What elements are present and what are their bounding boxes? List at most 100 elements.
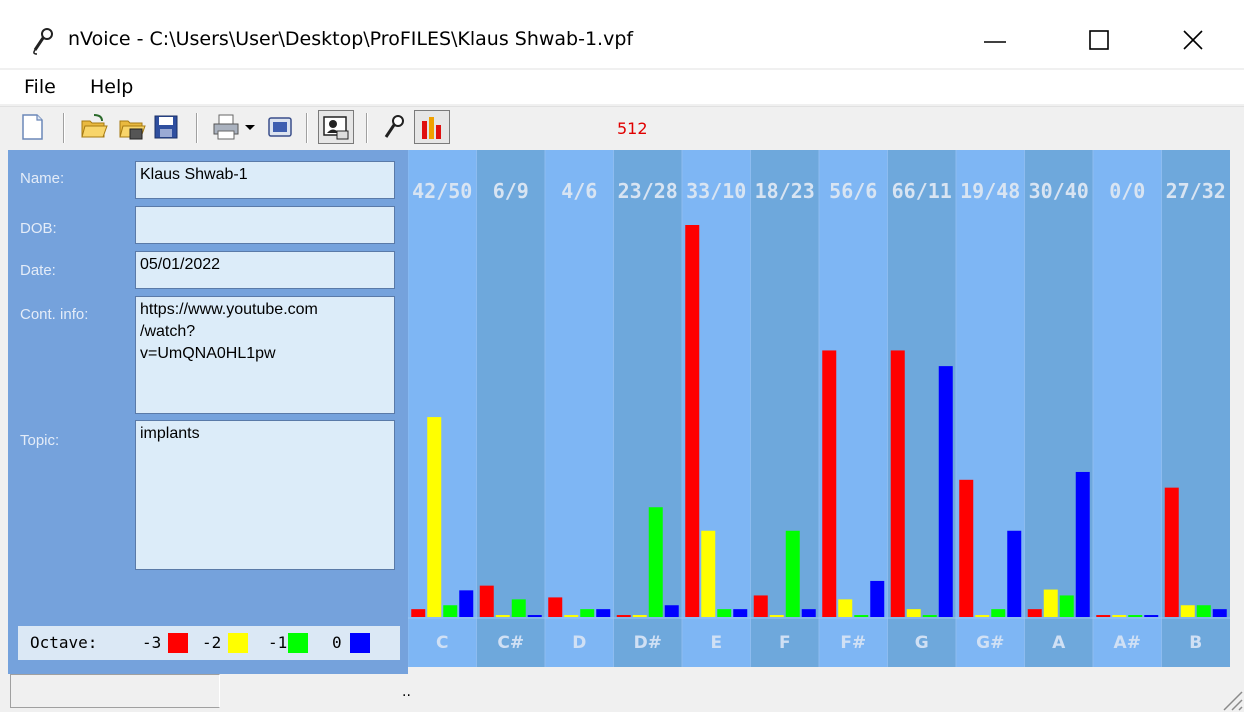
date-label: Date:	[20, 262, 56, 279]
chart-column-band	[613, 150, 682, 667]
menu-bar: File Help	[0, 70, 1244, 104]
chart-bar	[427, 417, 442, 617]
status-text: ..	[402, 684, 411, 700]
dob-field[interactable]	[135, 206, 395, 244]
chart-bar	[443, 605, 458, 617]
chart-column-band	[545, 150, 614, 667]
maximize-button[interactable]	[1064, 16, 1134, 64]
chart-bar	[511, 599, 526, 617]
toolbar-separator	[306, 113, 308, 143]
chart-bar	[548, 597, 563, 617]
octave-legend: Octave: -3 -2 -1 0	[18, 626, 400, 660]
chart-bar	[938, 366, 953, 617]
chart-bar	[991, 609, 1006, 617]
dropdown-arrow-icon[interactable]	[242, 113, 258, 141]
chart-note-label: B	[1189, 633, 1202, 653]
profile-panel: Name: Klaus Shwab-1 DOB: Date: 05/01/202…	[8, 150, 408, 696]
chart-note-label: A	[1052, 633, 1066, 653]
chart-bar	[975, 615, 990, 617]
octave-legend-label: -3	[142, 633, 162, 652]
chart-column-band	[408, 150, 477, 667]
chart-bar	[479, 585, 494, 617]
chart-bar	[632, 615, 647, 617]
print-icon[interactable]	[212, 113, 240, 141]
chart-bar	[495, 615, 510, 617]
chart-bar	[527, 615, 542, 617]
resize-grip-icon[interactable]	[1214, 682, 1244, 712]
chart-bar	[890, 350, 905, 617]
chart-bar	[564, 615, 579, 617]
chart-bar	[854, 615, 869, 617]
chart-bar	[701, 530, 716, 617]
title-bar[interactable]: nVoice - C:\Users\User\Desktop\ProFILES\…	[0, 0, 1244, 68]
profile-card-icon	[323, 116, 349, 140]
microphone-icon[interactable]	[380, 113, 408, 141]
chart-bar	[459, 590, 474, 617]
chart-bar	[580, 609, 595, 617]
app-window: nVoice - C:\Users\User\Desktop\ProFILES\…	[0, 0, 1244, 712]
chart-bar	[838, 599, 853, 617]
chart-note-label: G	[915, 633, 929, 653]
chart-header-label: 19/48	[960, 179, 1020, 203]
chart-button[interactable]	[414, 110, 450, 144]
topic-field[interactable]: implants	[135, 420, 395, 570]
chart-header-label: 66/11	[892, 179, 952, 203]
chart-bar	[1212, 609, 1227, 617]
octave-legend-label: -2	[202, 633, 222, 652]
minimize-button[interactable]	[960, 16, 1030, 64]
chart-header-label: 27/32	[1166, 179, 1226, 203]
name-field[interactable]: Klaus Shwab-1	[135, 161, 395, 199]
chart-bar	[959, 479, 974, 617]
chart-note-label: D	[572, 633, 586, 653]
chart-bar	[596, 609, 611, 617]
chart-note-label: D#	[634, 633, 662, 653]
chart-note-label: C	[436, 633, 448, 653]
contact-field[interactable]: https://www.youtube.com /watch? v=UmQNA0…	[135, 296, 395, 414]
chart-bar	[1164, 487, 1179, 617]
save-icon[interactable]	[152, 113, 180, 141]
chart-bar	[616, 615, 631, 617]
name-label: Name:	[20, 170, 65, 187]
open-recent-icon[interactable]	[118, 113, 146, 141]
octave-legend-title: Octave:	[30, 633, 98, 652]
profile-card-button[interactable]	[318, 110, 354, 144]
octave-swatch-0	[350, 633, 370, 653]
chart-bar	[1196, 605, 1211, 617]
chart-icon	[422, 117, 441, 139]
status-panel	[10, 674, 220, 708]
chart-note-label: C#	[497, 633, 524, 653]
octave-legend-label: -1	[268, 633, 288, 652]
chart-note-label: F#	[840, 633, 866, 653]
sample-count: 512	[617, 119, 648, 138]
chart-bar	[753, 595, 768, 617]
close-button[interactable]	[1158, 16, 1228, 64]
menu-file[interactable]: File	[24, 76, 56, 98]
chart-bar	[769, 615, 784, 617]
chart-column-band	[750, 150, 819, 667]
toolbar-separator	[196, 113, 198, 143]
chart-bar	[1096, 615, 1111, 617]
chart-bar	[664, 605, 679, 617]
chart-header-label: 33/10	[686, 179, 746, 203]
menu-help[interactable]: Help	[90, 76, 133, 98]
chart-bar	[411, 609, 426, 617]
chart-bar	[801, 609, 816, 617]
chart-bar	[822, 350, 837, 617]
chart-header-label: 42/50	[412, 179, 472, 203]
chart-header-label: 6/9	[493, 179, 529, 203]
chart-note-label: F	[779, 633, 791, 653]
open-icon[interactable]	[80, 113, 108, 141]
chart-bar	[717, 609, 732, 617]
octave-swatch-minus2	[228, 633, 248, 653]
toolbar-separator	[63, 113, 65, 143]
close-icon	[1183, 30, 1203, 50]
contact-label: Cont. info:	[20, 306, 89, 323]
microphone-icon	[33, 28, 53, 55]
chart-bar	[1043, 589, 1058, 617]
chart-bar	[1007, 530, 1022, 617]
date-field[interactable]: 05/01/2022	[135, 251, 395, 289]
screen-icon[interactable]	[266, 113, 294, 141]
chart-note-label: E	[710, 633, 722, 653]
chart-bar	[906, 609, 921, 617]
new-icon[interactable]	[18, 113, 46, 141]
